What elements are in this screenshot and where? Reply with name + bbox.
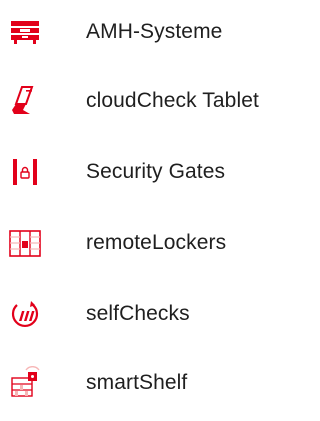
menu-item-cloudcheck-tablet[interactable]: cloudCheck Tablet	[0, 73, 319, 129]
menu-item-amh-systeme[interactable]: AMH-Systeme	[0, 4, 319, 60]
selfcheck-icon	[8, 297, 42, 331]
menu-item-label: Security Gates	[86, 160, 226, 183]
menu-item-security-gates[interactable]: Security Gates	[0, 144, 319, 200]
locker-icon	[8, 226, 42, 260]
tablet-icon	[8, 84, 42, 118]
menu-item-label: cloudCheck Tablet	[86, 89, 259, 112]
menu-item-selfchecks[interactable]: selfChecks	[0, 286, 319, 342]
menu-item-label: selfChecks	[86, 302, 190, 325]
menu-item-label: remoteLockers	[86, 231, 227, 254]
smart-shelf-icon	[8, 366, 42, 400]
menu-item-label: AMH-Systeme	[86, 20, 223, 43]
menu-item-label: smartShelf	[86, 371, 188, 394]
menu-item-smartshelf[interactable]: smartShelf	[0, 355, 319, 411]
security-gate-icon	[8, 155, 42, 189]
amh-system-icon	[8, 15, 42, 49]
menu-item-remotelockers[interactable]: remoteLockers	[0, 215, 319, 271]
